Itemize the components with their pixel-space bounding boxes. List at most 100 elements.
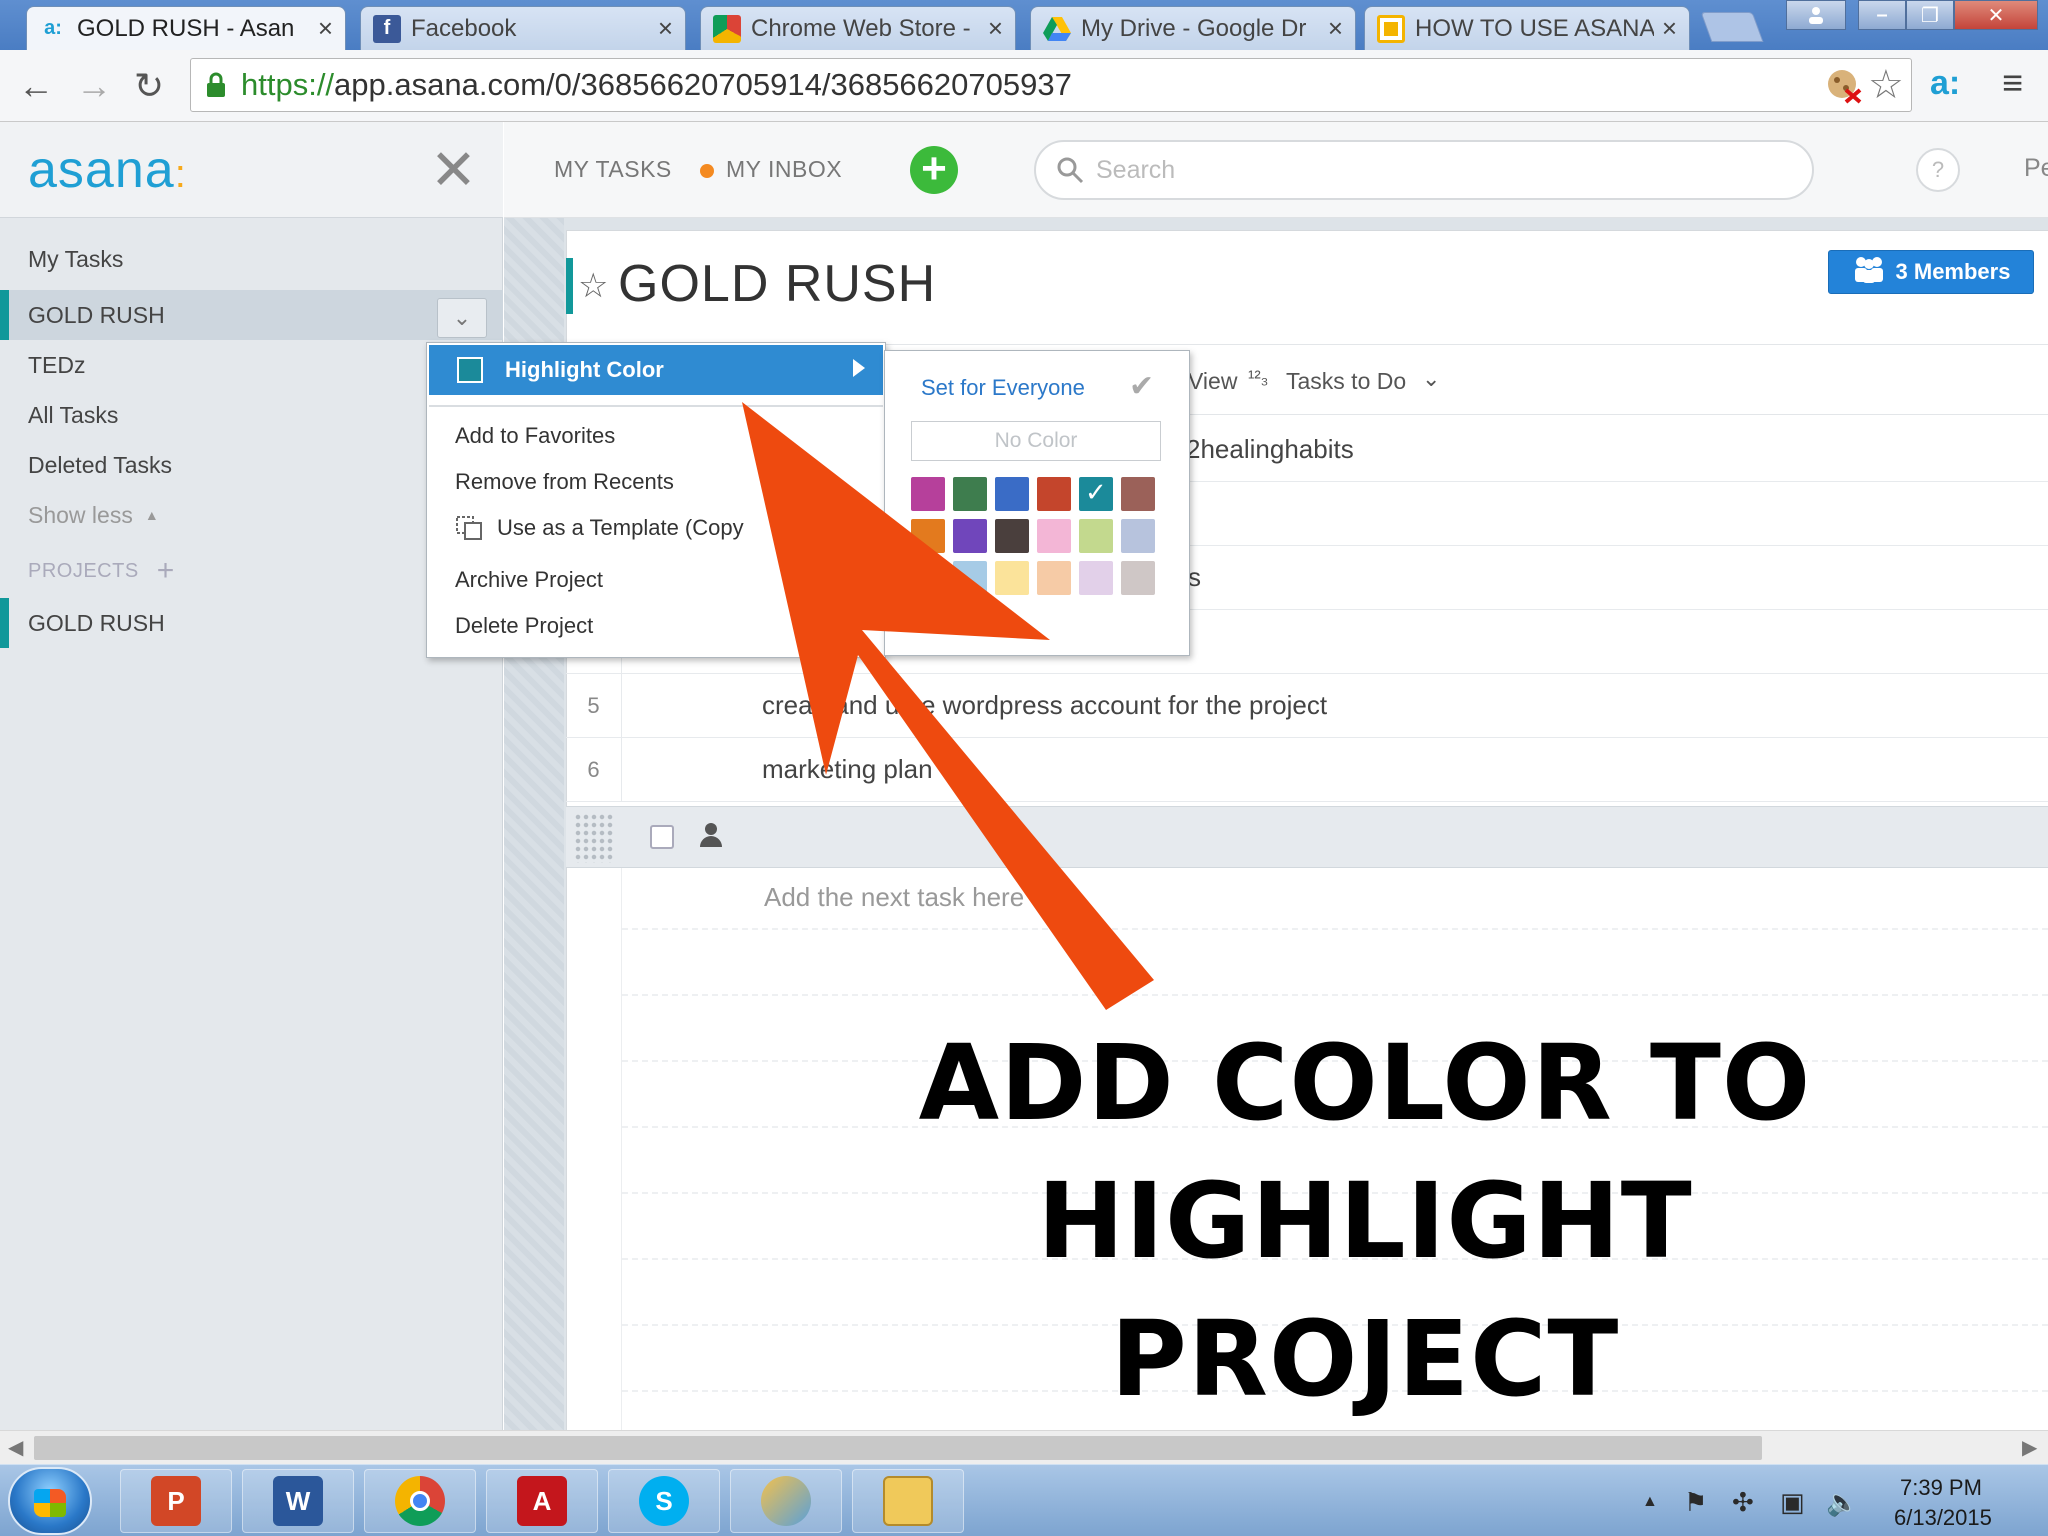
task-text[interactable]: crea and u e wordpress account for the p… — [762, 690, 1327, 721]
add-project-icon[interactable]: + — [157, 554, 175, 588]
taskbar-app[interactable]: S — [608, 1469, 720, 1533]
action-center-flag-icon[interactable]: ⚑ — [1684, 1487, 1707, 1518]
scroll-left-icon[interactable]: ◀ — [8, 1435, 23, 1460]
horizontal-scrollbar[interactable]: ◀ ▶ — [0, 1430, 2048, 1464]
tab-facebook[interactable]: f Facebook × — [360, 6, 686, 50]
taskbar-app[interactable] — [730, 1469, 842, 1533]
tab-gold-rush[interactable]: a: GOLD RUSH - Asan × — [26, 6, 346, 50]
color-swatch[interactable] — [911, 561, 945, 595]
add-next-task-input[interactable]: Add the next task here — [764, 882, 1024, 913]
task-checkbox[interactable] — [650, 825, 674, 849]
color-swatch[interactable] — [1121, 477, 1155, 511]
task-text[interactable]: 2healinghabits — [1186, 434, 1354, 465]
menu-item-remove-from-recents[interactable]: Remove from Recents — [455, 469, 674, 495]
back-icon[interactable]: ← — [18, 64, 54, 108]
scrollbar-thumb[interactable] — [34, 1436, 1762, 1460]
color-swatch[interactable] — [953, 561, 987, 595]
taskbar-app[interactable]: A — [486, 1469, 598, 1533]
favorite-star-icon[interactable]: ☆ — [578, 266, 608, 306]
color-swatch[interactable] — [1079, 477, 1113, 511]
show-hidden-icons-icon[interactable]: ▲ — [1642, 1493, 1658, 1511]
color-swatch[interactable] — [995, 519, 1029, 553]
close-window-icon[interactable]: ✕ — [1954, 0, 2038, 30]
bookmark-star-icon[interactable]: ☆ — [1868, 62, 1904, 108]
chrome-menu-icon[interactable]: ≡ — [2002, 62, 2023, 104]
close-sidebar-icon[interactable]: ✕ — [430, 142, 477, 198]
menu-item-delete-project[interactable]: Delete Project — [455, 613, 593, 639]
extension-blocked-icon[interactable] — [1826, 68, 1862, 112]
quick-add-button[interactable]: + — [910, 146, 958, 194]
asana-logo[interactable]: asana: — [28, 140, 187, 200]
close-tab-icon[interactable]: × — [1662, 13, 1677, 44]
color-swatch[interactable] — [911, 477, 945, 511]
new-tab-button[interactable] — [1700, 12, 1764, 42]
help-button[interactable]: ? — [1916, 148, 1960, 192]
assignee-icon[interactable] — [698, 821, 724, 854]
taskbar-app[interactable]: P — [120, 1469, 232, 1533]
my-inbox-link[interactable]: MY INBOX — [726, 156, 842, 183]
color-swatch[interactable] — [1037, 561, 1071, 595]
color-swatch[interactable] — [995, 477, 1029, 511]
dropbox-icon[interactable]: ✣ — [1732, 1487, 1754, 1518]
tab-how-to-use-asana[interactable]: HOW TO USE ASANA × — [1364, 6, 1690, 50]
user-profile-icon[interactable] — [1786, 0, 1846, 30]
close-tab-icon[interactable]: × — [1328, 13, 1343, 44]
project-title[interactable]: GOLD RUSH — [618, 254, 936, 314]
tab-chrome-web-store[interactable]: Chrome Web Store - × — [700, 6, 1016, 50]
menu-item-highlight-color[interactable]: Highlight Color — [429, 345, 883, 395]
tasks-filter-dropdown[interactable]: Tasks to Do — [1286, 368, 1406, 395]
close-tab-icon[interactable]: × — [318, 13, 333, 44]
taskbar-app[interactable] — [364, 1469, 476, 1533]
caret-up-icon: ▲ — [144, 507, 159, 523]
clock-time[interactable]: 7:39 PM — [1900, 1475, 1982, 1501]
network-icon[interactable]: ▣ — [1780, 1487, 1805, 1518]
task-text[interactable]: marketing plan — [762, 754, 933, 785]
google-slides-favicon-icon — [1377, 14, 1405, 43]
restore-window-icon[interactable]: ❐ — [1906, 0, 1954, 30]
color-swatch[interactable] — [1079, 519, 1113, 553]
no-color-button[interactable]: No Color — [911, 421, 1161, 461]
color-swatch[interactable] — [1121, 519, 1155, 553]
taskbar-app[interactable]: W — [242, 1469, 354, 1533]
drag-handle-icon[interactable] — [574, 813, 614, 863]
new-task-row[interactable] — [566, 806, 2048, 868]
sidebar-item-my-tasks[interactable]: My Tasks — [0, 234, 503, 284]
set-by-you-option[interactable]: Set by you — [915, 607, 1014, 631]
task-row[interactable]: 6 marketing plan — [566, 738, 2048, 802]
address-bar[interactable]: https:// app.asana.com/0/36856620705914/… — [190, 58, 1912, 112]
scroll-right-icon[interactable]: ▶ — [2022, 1435, 2037, 1460]
menu-item-add-to-favorites[interactable]: Add to Favorites — [455, 423, 615, 449]
volume-icon[interactable]: 🔈 — [1826, 1487, 1858, 1518]
menu-item-use-as-template[interactable]: Use as a Template (Copy — [497, 515, 744, 541]
forward-icon[interactable]: → — [76, 64, 112, 108]
color-swatch[interactable] — [953, 519, 987, 553]
task-row[interactable]: 5 crea and u e wordpress account for the… — [566, 674, 2048, 738]
minimize-window-icon[interactable]: – — [1858, 0, 1906, 30]
color-swatch[interactable] — [1037, 519, 1071, 553]
close-tab-icon[interactable]: × — [988, 13, 1003, 44]
color-swatch[interactable] — [911, 519, 945, 553]
my-tasks-link[interactable]: MY TASKS — [554, 156, 672, 183]
set-for-everyone-option[interactable]: Set for Everyone — [921, 375, 1085, 401]
tab-google-drive[interactable]: My Drive - Google Dr × — [1030, 6, 1356, 50]
reload-icon[interactable]: ↻ — [134, 64, 164, 108]
color-swatch[interactable] — [1037, 477, 1071, 511]
menu-item-archive-project[interactable]: Archive Project — [455, 567, 603, 593]
start-button[interactable] — [8, 1467, 92, 1535]
close-tab-icon[interactable]: × — [658, 13, 673, 44]
members-button[interactable]: 3 Members — [1828, 250, 2034, 294]
asana-extension-icon[interactable]: a: — [1930, 64, 1960, 103]
view-label[interactable]: View — [1188, 368, 1237, 395]
color-swatch[interactable] — [953, 477, 987, 511]
taskbar-app[interactable] — [852, 1469, 964, 1533]
inbox-notification-dot — [700, 164, 714, 178]
sidebar-item-gold-rush[interactable]: GOLD RUSH ⌄ — [0, 290, 503, 340]
search-input[interactable]: Search — [1034, 140, 1814, 200]
color-swatch[interactable] — [995, 561, 1029, 595]
truncated-topbar-text[interactable]: Pe — [2024, 154, 2048, 183]
color-swatch[interactable] — [1121, 561, 1155, 595]
color-swatch[interactable] — [1079, 561, 1113, 595]
clock-date[interactable]: 6/13/2015 — [1894, 1505, 1992, 1531]
project-dropdown-button[interactable]: ⌄ — [437, 298, 487, 338]
chevron-down-icon[interactable]: ⌄ — [1422, 366, 1440, 392]
